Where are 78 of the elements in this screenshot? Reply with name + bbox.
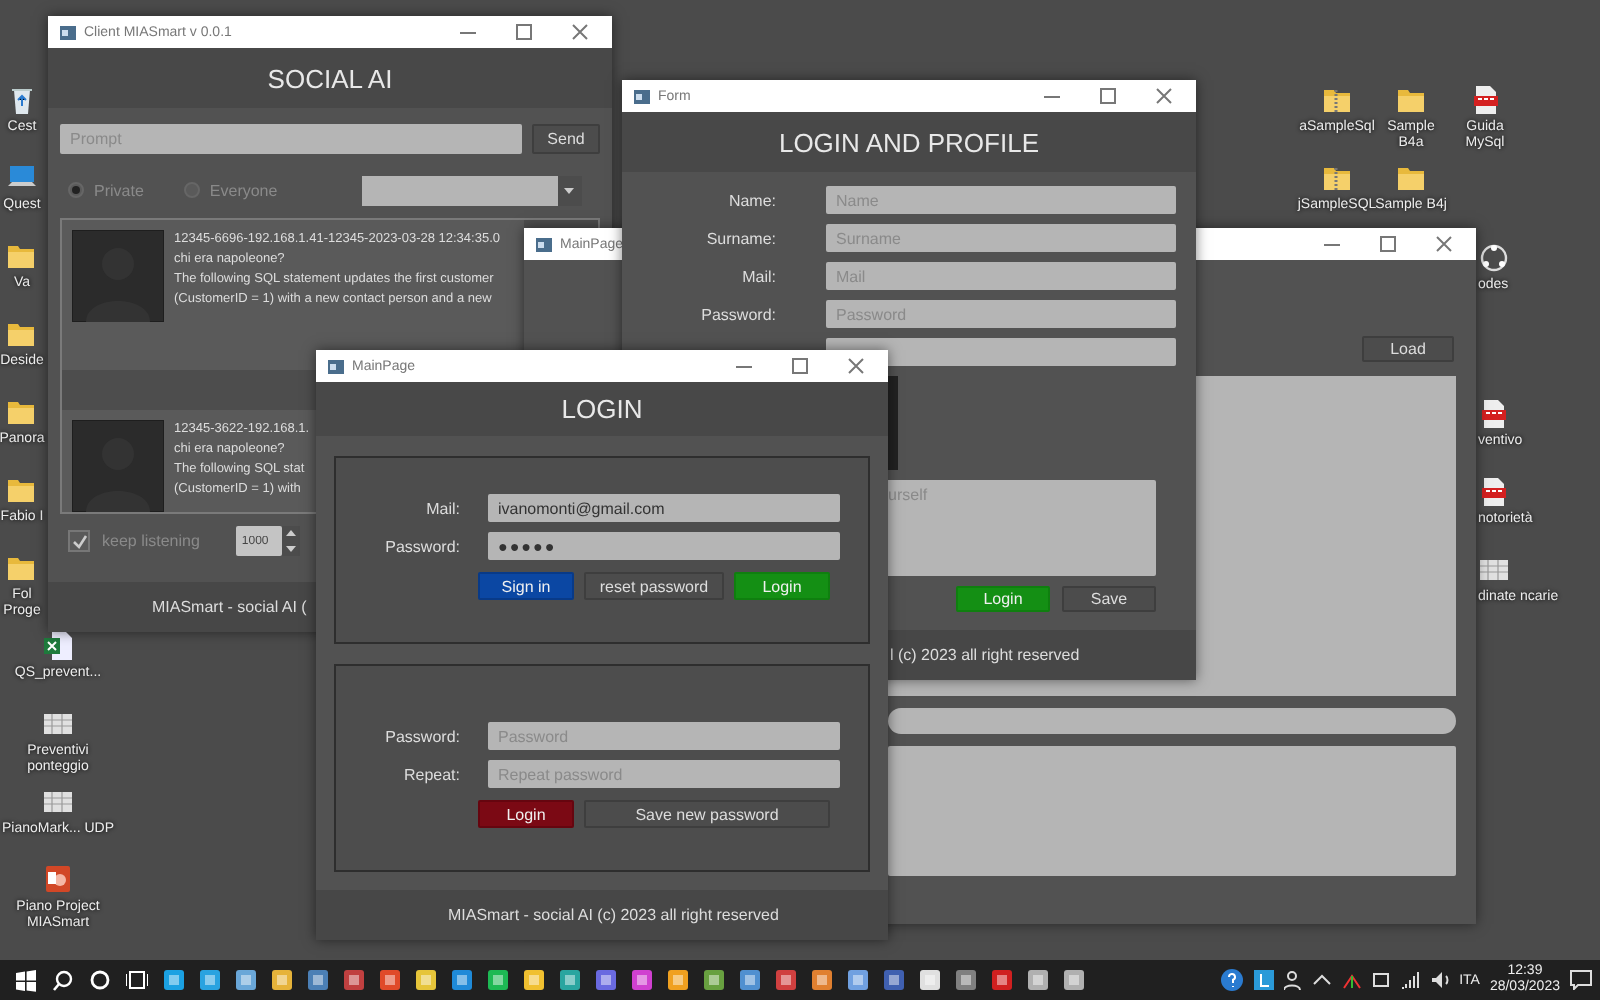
field-label: Surname: [704, 229, 776, 247]
dropdown[interactable] [361, 175, 582, 205]
field-label: Mail: [740, 267, 776, 285]
zip-folder-icon[interactable] [1321, 162, 1353, 194]
pdf-file-icon[interactable] [1478, 476, 1510, 508]
search-icon[interactable] [52, 969, 74, 991]
folder-icon[interactable] [6, 396, 38, 428]
circle-icon[interactable] [90, 970, 110, 990]
start-icon[interactable] [16, 969, 36, 991]
up-arrow-icon[interactable] [285, 530, 296, 537]
people-icon[interactable] [1283, 970, 1302, 990]
action-button[interactable]: Save new password [584, 800, 830, 828]
close-icon[interactable] [572, 23, 588, 39]
task-view-icon[interactable] [126, 970, 148, 990]
footer-text: l (c) 2023 all right reserved [890, 646, 1080, 664]
input-field[interactable]: ivanomonti@gmail.com [488, 494, 840, 522]
document-file-icon[interactable] [42, 708, 74, 740]
login-button[interactable]: Login [734, 572, 830, 600]
action-button[interactable]: reset password [584, 572, 724, 600]
network-icon[interactable] [1478, 242, 1510, 274]
network-status-icon[interactable] [1341, 970, 1362, 990]
input-field[interactable] [888, 708, 1456, 734]
close-icon[interactable] [1156, 87, 1172, 103]
app-icon [634, 87, 650, 105]
folder-icon[interactable] [6, 318, 38, 350]
field-label: Mail: [424, 499, 460, 517]
field-label: Name: [726, 191, 776, 209]
password-field[interactable]: ●●●●● [488, 532, 840, 560]
check-icon [71, 533, 87, 549]
spreadsheet-file-icon[interactable] [42, 630, 74, 662]
app-icon [60, 23, 76, 41]
app-icon [328, 357, 344, 375]
folder-icon[interactable] [6, 552, 38, 584]
login-button[interactable]: Login [478, 800, 574, 828]
down-arrow-icon[interactable] [285, 545, 296, 552]
window-heading: LOGIN AND PROFILE [622, 112, 1196, 172]
presentation-file-icon[interactable] [42, 864, 74, 896]
folder-icon[interactable] [6, 474, 38, 506]
login-button[interactable]: Login [956, 586, 1050, 612]
field-label: Password: [383, 537, 460, 555]
pdf-file-icon[interactable] [1469, 84, 1501, 116]
send-button[interactable]: Send [532, 124, 600, 154]
close-icon[interactable] [1436, 235, 1452, 251]
app-icon [536, 235, 552, 253]
sign-in-button[interactable]: Sign in [478, 572, 574, 600]
load-button[interactable]: Load [1362, 336, 1454, 362]
recycle-bin-icon[interactable] [6, 84, 38, 116]
caret-icon [564, 187, 575, 193]
folder-icon[interactable] [1395, 162, 1427, 194]
maximize-icon[interactable] [516, 23, 532, 39]
save-button[interactable]: Save [1062, 586, 1156, 612]
caret-icon[interactable] [1311, 972, 1332, 988]
maximize-icon[interactable] [1100, 87, 1116, 103]
app-icon[interactable] [1253, 970, 1274, 990]
close-icon[interactable] [848, 357, 864, 373]
field-label: Repeat: [401, 765, 460, 783]
field-label: Password: [383, 727, 460, 745]
notification-icon[interactable] [1570, 970, 1592, 990]
footer-text: MIASmart - social AI (c) 2023 all right reserved [448, 906, 779, 924]
document-file-icon[interactable] [1478, 554, 1510, 586]
display-icon[interactable] [1371, 970, 1390, 990]
input-field[interactable] [826, 338, 1176, 366]
wifi-icon[interactable] [1399, 970, 1420, 990]
field-label: Password: [699, 305, 776, 323]
speaker-icon[interactable] [1429, 970, 1450, 990]
maximize-icon[interactable] [792, 357, 808, 373]
avatar-placeholder [72, 420, 164, 512]
avatar-placeholder [72, 230, 164, 322]
help-icon[interactable] [1219, 968, 1244, 992]
zip-folder-icon[interactable] [1321, 84, 1353, 116]
folder-icon[interactable] [6, 240, 38, 272]
document-file-icon[interactable] [42, 786, 74, 818]
pdf-file-icon[interactable] [1478, 398, 1510, 430]
maximize-icon[interactable] [1380, 235, 1396, 251]
folder-icon[interactable] [1395, 84, 1427, 116]
window-heading: LOGIN [316, 382, 888, 436]
footer-text: MIASmart - social AI ( [152, 598, 307, 616]
window-heading: SOCIAL AI [48, 48, 612, 108]
